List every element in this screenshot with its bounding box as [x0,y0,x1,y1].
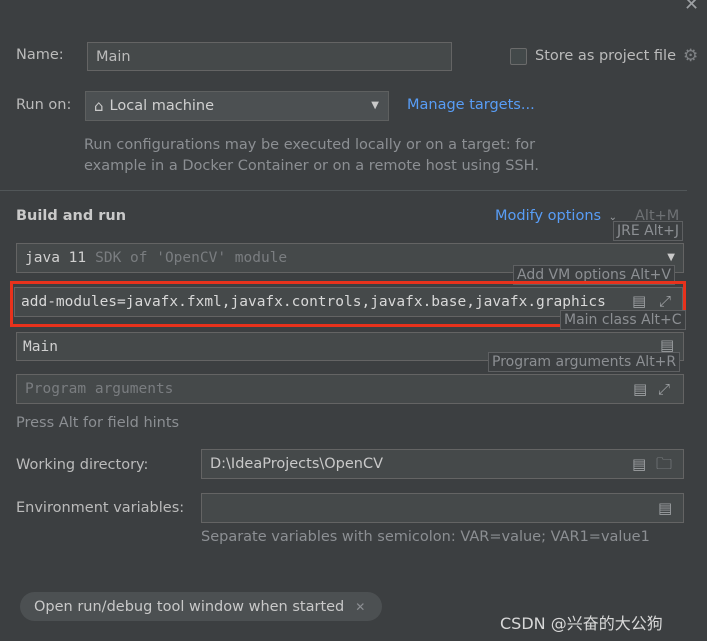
run-on-help-line1: Run configurations may be executed local… [84,137,536,153]
manage-targets-link[interactable]: Manage targets... [407,97,535,113]
program-arguments-hint: Program arguments Alt+R [488,352,681,372]
home-icon: ⌂ [94,97,104,115]
program-arguments-placeholder: Program arguments [25,381,174,397]
jre-hint: JRE Alt+J [613,221,683,241]
store-as-project-file-checkbox[interactable] [510,48,527,65]
environment-variables-input[interactable] [201,493,684,523]
main-class-hint: Main class Alt+C [560,310,686,330]
run-on-dropdown[interactable]: ⌂ Local machine ▼ [85,91,389,121]
document-icon[interactable]: ▤ [658,499,672,517]
run-on-value: Local machine [109,98,215,114]
document-icon[interactable]: ▤ [633,380,647,398]
environment-variables-help: Separate variables with semicolon: VAR=v… [201,529,650,545]
name-label: Name: [16,47,64,63]
program-arguments-input[interactable]: Program arguments [16,374,684,404]
tool-window-chip-label: Open run/debug tool window when started [34,598,345,615]
working-directory-label: Working directory: [16,457,148,473]
jre-suffix: SDK of 'OpenCV' module [95,250,288,266]
name-input[interactable]: Main [87,42,452,71]
name-label-text: Name: [16,47,64,63]
main-class-value: Main [23,338,58,355]
gear-icon[interactable]: ⚙ [683,46,698,66]
environment-variables-label: Environment variables: [16,500,185,516]
close-icon[interactable]: ✕ [355,600,365,614]
jre-value: java 11 [25,250,87,266]
field-hints-note: Press Alt for field hints [16,415,180,431]
run-on-help-line2: example in a Docker Container or on a re… [84,158,539,174]
build-and-run-title: Build and run [16,208,127,224]
run-on-label: Run on: [16,97,72,113]
watermark: CSDN @兴奋的大公狗 [500,614,663,633]
expand-icon[interactable]: ⤢ [658,380,670,398]
tool-window-chip[interactable]: Open run/debug tool window when started … [20,592,382,621]
working-directory-value: D:\IdeaProjects\OpenCV [210,456,384,472]
chevron-down-icon: ▼ [371,100,379,111]
document-icon[interactable]: ▤ [632,455,646,473]
folder-icon[interactable]: 🗀 [656,453,672,480]
modify-options-link[interactable]: Modify options ⌄ [495,208,617,224]
name-input-value: Main [96,48,131,65]
working-directory-label-text: Working directory: [16,457,149,473]
separator [0,190,687,191]
modify-options-label: Modify options [495,208,602,224]
chevron-down-icon: ▼ [667,252,675,263]
store-as-project-file-label[interactable]: Store as project file [535,48,676,64]
working-directory-input[interactable]: D:\IdeaProjects\OpenCV [201,449,684,479]
close-icon[interactable]: ✕ [684,0,699,15]
